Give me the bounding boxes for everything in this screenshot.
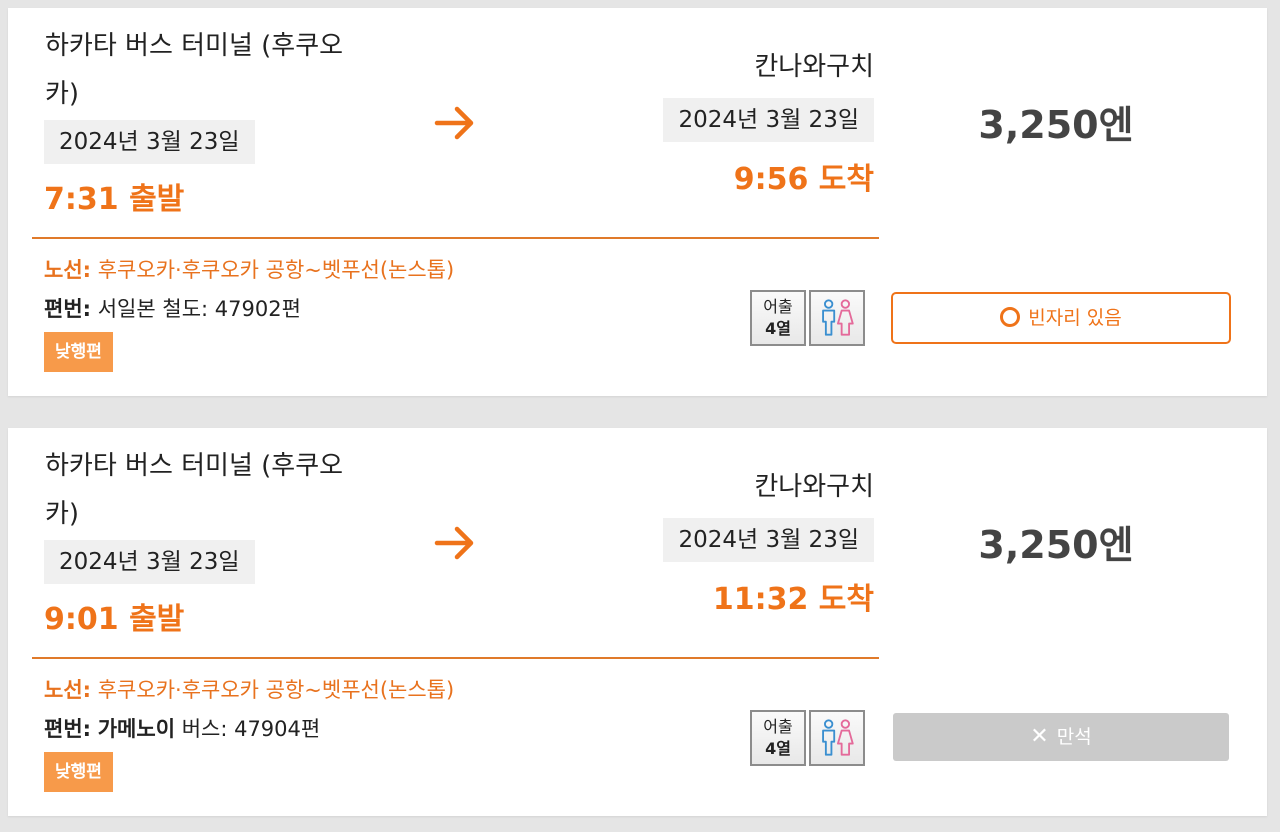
route-info: 노선: 후쿠오카·후쿠오카 공항~벳푸선(논스톱) bbox=[44, 674, 454, 704]
seat-layout-line1: 어출 bbox=[763, 297, 793, 316]
service-info: 편번: 가메노이 버스: 47904편 bbox=[44, 713, 320, 743]
service-operator: 가메노이 bbox=[97, 717, 176, 741]
arrival-date: 2024년 3월 23일 bbox=[663, 518, 874, 562]
restroom-icon bbox=[809, 710, 865, 766]
daytime-badge: 낮행편 bbox=[44, 752, 113, 792]
departure-time: 9:01 출발 bbox=[44, 602, 185, 637]
departure-time: 7:31 출발 bbox=[44, 182, 185, 217]
fare-price: 3,250엔 bbox=[978, 523, 1134, 567]
seat-layout-line2: 4열 bbox=[765, 319, 791, 338]
departure-date: 2024년 3월 23일 bbox=[44, 120, 255, 164]
circle-icon bbox=[1000, 307, 1021, 327]
arrow-right-icon bbox=[434, 526, 474, 560]
service-info: 편번: 서일본 철도: 47902편 bbox=[44, 293, 301, 323]
route-name: 후쿠오카·후쿠오카 공항~벳푸선(논스톱) bbox=[97, 678, 455, 702]
seat-layout-line2: 4열 bbox=[765, 739, 791, 758]
service-operator: 서일본 철도 bbox=[97, 297, 202, 321]
route-info: 노선: 후쿠오카·후쿠오카 공항~벳푸선(논스톱) bbox=[44, 254, 454, 284]
service-label: 편번: bbox=[44, 297, 92, 321]
route-name: 후쿠오카·후쿠오카 공항~벳푸선(논스톱) bbox=[97, 258, 455, 282]
arrival-time: 11:32 도착 bbox=[712, 582, 874, 617]
service-number: 버스: 47904편 bbox=[175, 717, 321, 741]
daytime-badge: 낮행편 bbox=[44, 332, 113, 372]
restroom-icon bbox=[809, 290, 865, 346]
sold-out-label: 만석 bbox=[1056, 726, 1092, 748]
divider bbox=[32, 657, 879, 659]
seats-available-button[interactable]: 빈자리 있음 bbox=[891, 292, 1231, 344]
fare-price: 3,250엔 bbox=[978, 103, 1134, 147]
arrival-time: 9:56 도착 bbox=[733, 162, 874, 197]
sold-out-button[interactable]: ✕ 만석 bbox=[893, 713, 1229, 761]
seats-available-label: 빈자리 있음 bbox=[1028, 307, 1122, 329]
x-icon: ✕ bbox=[1030, 724, 1049, 749]
seat-layout-icon: 어출 4열 bbox=[750, 290, 806, 346]
departure-date: 2024년 3월 23일 bbox=[44, 540, 255, 584]
service-number: : 47902편 bbox=[201, 297, 301, 321]
route-label: 노선: bbox=[44, 258, 92, 282]
arrow-right-icon bbox=[434, 106, 474, 140]
service-label: 편번: bbox=[44, 717, 92, 741]
origin-terminal: 하카타 버스 터미널 (후쿠오카) bbox=[45, 31, 344, 109]
bus-result-card: 하카타 버스 터미널 (후쿠오카) 2024년 3월 23일 9:01 출발 칸… bbox=[8, 428, 1267, 816]
destination: 칸나와구치 bbox=[754, 52, 874, 82]
destination: 칸나와구치 bbox=[754, 472, 874, 502]
divider bbox=[32, 237, 879, 239]
seat-layout-line1: 어출 bbox=[763, 717, 793, 736]
bus-result-card: 하카타 버스 터미널 (후쿠오카) 2024년 3월 23일 7:31 출발 칸… bbox=[8, 8, 1267, 396]
origin-terminal: 하카타 버스 터미널 (후쿠오카) bbox=[45, 451, 344, 529]
arrival-date: 2024년 3월 23일 bbox=[663, 98, 874, 142]
route-label: 노선: bbox=[44, 678, 92, 702]
seat-layout-icon: 어출 4열 bbox=[750, 710, 806, 766]
